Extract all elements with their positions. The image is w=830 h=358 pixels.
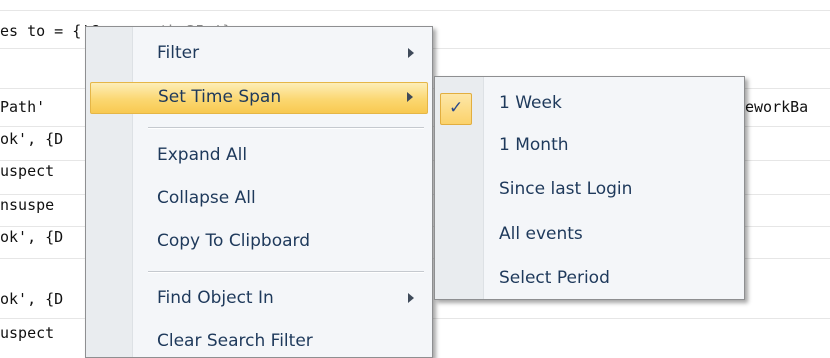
- table-row[interactable]: ok', {D: [0, 130, 63, 148]
- menu-item-expand-all[interactable]: Expand All: [90, 141, 428, 171]
- table-row[interactable]: ok', {D: [0, 290, 63, 308]
- menu-item-copy-to-clipboard[interactable]: Copy To Clipboard: [90, 227, 428, 257]
- menu-item-label: Find Object In: [157, 288, 274, 308]
- menu-item-set-time-span[interactable]: Set Time Span: [90, 82, 428, 114]
- submenu-arrow-icon: [407, 92, 413, 102]
- submenu-arrow-icon: [408, 48, 414, 58]
- menu-item-label: Collapse All: [157, 188, 256, 208]
- menu-item-label: Expand All: [157, 145, 248, 165]
- column-header-path[interactable]: Path': [0, 98, 45, 116]
- table-row[interactable]: ok', {D: [0, 228, 63, 246]
- menu-item-filter[interactable]: Filter: [90, 39, 428, 69]
- menu-item-label: Set Time Span: [158, 87, 282, 107]
- log-row: [0, 0, 830, 11]
- time-span-submenu: ✓ 1 Week 1 Month Since last Login All ev…: [434, 76, 745, 300]
- submenu-item-all-events[interactable]: All events: [499, 224, 583, 244]
- menu-item-label: Copy To Clipboard: [157, 231, 311, 251]
- submenu-item-select-period[interactable]: Select Period: [499, 268, 610, 288]
- submenu-item-1-month[interactable]: 1 Month: [499, 135, 569, 155]
- table-row[interactable]: uspect: [0, 162, 54, 180]
- context-menu: Filter Set Time Span Expand All Collapse…: [85, 26, 433, 358]
- menu-item-find-object-in[interactable]: Find Object In: [90, 284, 428, 314]
- menu-separator: [148, 127, 424, 129]
- checkmark-icon: ✓: [449, 98, 464, 118]
- submenu-item-1-week[interactable]: 1 Week: [499, 93, 562, 113]
- column-header-networkbase[interactable]: eworkBa: [745, 98, 808, 116]
- menu-separator: [148, 271, 424, 273]
- submenu-arrow-icon: [408, 293, 414, 303]
- menu-item-label: Clear Search Filter: [157, 331, 313, 351]
- checkmark-indicator: ✓: [440, 93, 472, 125]
- menu-item-collapse-all[interactable]: Collapse All: [90, 184, 428, 214]
- menu-item-label: Filter: [157, 43, 200, 63]
- table-row[interactable]: nsuspe: [0, 196, 54, 214]
- submenu-item-since-last-login[interactable]: Since last Login: [499, 179, 632, 199]
- table-row[interactable]: uspect: [0, 324, 54, 342]
- menu-item-clear-search-filter[interactable]: Clear Search Filter: [90, 327, 428, 357]
